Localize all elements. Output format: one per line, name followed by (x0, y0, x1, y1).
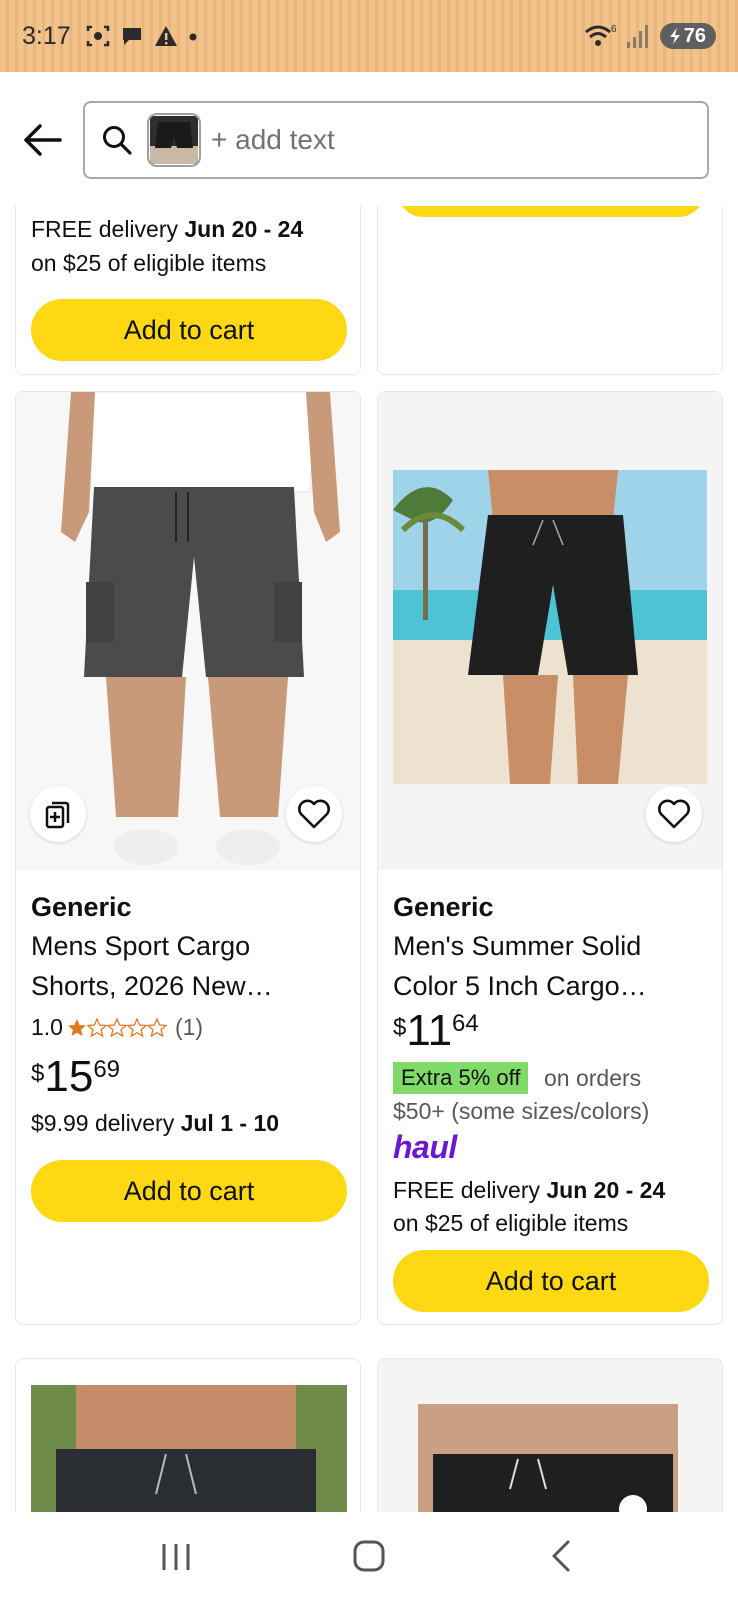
battery-level: 76 (683, 24, 706, 47)
star-empty-icon (86, 1017, 107, 1037)
add-to-cart-button-partial[interactable] (398, 206, 704, 217)
screenshot-icon (86, 25, 109, 47)
price-symbol: $ (393, 1014, 407, 1041)
recent-apps-icon (162, 1544, 190, 1570)
product-title-line2[interactable]: Color 5 Inch Cargo… (393, 966, 647, 1006)
product-card-partial-left[interactable]: FREE delivery Jun 20 - 24 on $25 of elig… (15, 206, 361, 375)
product-card-partial-right[interactable] (377, 206, 723, 375)
search-icon (103, 126, 132, 155)
product-card-partial[interactable] (377, 1358, 723, 1512)
star-rating (67, 1017, 167, 1038)
system-nav-bar (0, 1512, 738, 1600)
product-price: $ 15 69 (31, 1052, 120, 1102)
system-back-button[interactable] (532, 1526, 592, 1586)
search-image-thumbnail[interactable] (147, 113, 201, 167)
signal-icon (626, 25, 648, 48)
wishlist-button[interactable] (646, 786, 702, 842)
rating-count: (1) (174, 1014, 204, 1040)
svg-text:6: 6 (611, 24, 617, 35)
price-symbol: $ (31, 1060, 45, 1087)
shorts-thumbnail-image (150, 116, 198, 164)
results-grid: FREE delivery Jun 20 - 24 on $25 of elig… (0, 206, 738, 1512)
wishlist-button[interactable] (286, 786, 342, 842)
delivery-note: on $25 of eligible items (31, 250, 267, 276)
search-header: + add text (0, 72, 738, 206)
alert-icon (154, 26, 177, 46)
star-filled-icon (67, 1018, 86, 1036)
product-price: $ 11 64 (393, 1006, 479, 1056)
product-card-partial[interactable] (15, 1358, 361, 1512)
chat-icon (122, 28, 141, 45)
deal-badge: Extra 5% off (393, 1062, 529, 1094)
delivery-info: FREE delivery Jun 20 - 24 (31, 216, 304, 242)
home-button[interactable] (339, 1526, 399, 1586)
status-time: 3:17 (22, 21, 71, 50)
battery-indicator: 76 (659, 23, 716, 49)
product-title-line1[interactable]: Men's Summer Solid (393, 926, 641, 966)
product-title-line2[interactable]: Shorts, 2026 New… (31, 966, 273, 1006)
back-arrow-icon (24, 124, 62, 156)
add-to-cart-button[interactable]: Add to cart (393, 1250, 709, 1312)
heart-icon (658, 799, 690, 829)
search-input[interactable]: + add text (83, 101, 709, 179)
price-whole: 15 (44, 1052, 94, 1101)
status-notification-icons (85, 23, 199, 49)
delivery-info: FREE delivery Jun 20 - 24 (393, 1177, 666, 1203)
product-brand: Generic (31, 892, 132, 922)
compare-cards-icon (45, 801, 70, 829)
price-fraction: 64 (452, 1010, 479, 1037)
add-to-cart-button[interactable]: Add to cart (31, 1160, 347, 1222)
heart-icon (298, 799, 330, 829)
delivery-info: $9.99 delivery Jul 1 - 10 (31, 1110, 280, 1136)
delivery-note: on $25 of eligible items (393, 1210, 629, 1236)
haul-logo: haul (393, 1129, 457, 1165)
dot-icon (189, 33, 197, 41)
product-image-partial (378, 1359, 722, 1512)
product-image-partial (16, 1359, 360, 1512)
product-card[interactable]: Generic Men's Summer Solid Color 5 Inch … (377, 391, 723, 1325)
charging-icon (669, 28, 680, 44)
search-placeholder: + add text (211, 124, 335, 155)
product-title-line1[interactable]: Mens Sport Cargo (31, 926, 250, 966)
status-bar: 3:17 6 76 (0, 0, 738, 72)
home-icon (353, 1540, 385, 1572)
star-empty-icon (126, 1017, 147, 1037)
star-empty-icon (106, 1017, 127, 1037)
product-rating[interactable]: 1.0 (1) (31, 1014, 203, 1041)
price-fraction: 69 (93, 1056, 121, 1083)
deal-note: $50+ (some sizes/colors) (393, 1098, 650, 1124)
deal-suffix: on orders (544, 1065, 642, 1091)
product-card[interactable]: Generic Mens Sport Cargo Shorts, 2026 Ne… (15, 391, 361, 1325)
compare-button[interactable] (30, 786, 86, 842)
recent-apps-button[interactable] (146, 1526, 206, 1586)
rating-value: 1.0 (31, 1014, 63, 1040)
status-right-icons: 6 76 (584, 22, 716, 50)
product-brand: Generic (393, 892, 494, 922)
star-empty-icon (146, 1017, 167, 1037)
add-to-cart-button[interactable]: Add to cart (31, 299, 347, 361)
chevron-left-icon (552, 1540, 570, 1572)
back-button[interactable] (20, 118, 64, 162)
price-whole: 11 (406, 1006, 453, 1055)
wifi-icon: 6 (584, 24, 617, 46)
